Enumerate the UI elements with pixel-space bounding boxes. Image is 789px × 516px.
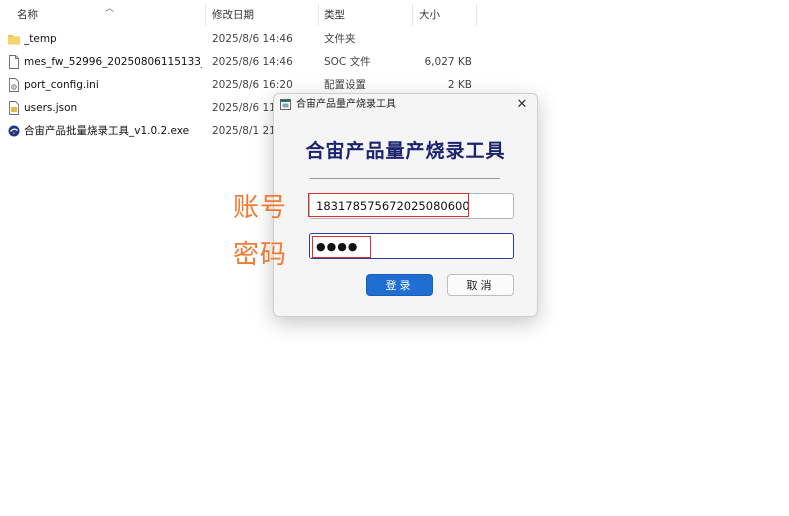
- column-divider[interactable]: [318, 4, 319, 26]
- config-file-icon: [9, 78, 19, 92]
- password-input[interactable]: [309, 233, 514, 259]
- account-annotation-label: 账号: [233, 193, 288, 223]
- dialog-window-title: 合宙产品量产烧录工具: [296, 99, 396, 110]
- file-explorer: ︿ 名称 修改日期 类型 大小 _temp 2025/8/6 14:46 文件夹…: [0, 0, 789, 516]
- file-type: SOC 文件: [324, 56, 371, 68]
- column-divider[interactable]: [476, 4, 477, 26]
- column-date[interactable]: 修改日期: [212, 8, 254, 22]
- file-name: 合宙产品批量烧录工具_v1.0.2.exe: [24, 125, 190, 137]
- heading-divider: [310, 178, 500, 179]
- sort-ascending-icon: ︿: [105, 4, 115, 14]
- column-divider[interactable]: [412, 4, 413, 26]
- login-dialog: 合宙产品量产烧录工具 ✕ 合宙产品量产烧录工具 登录 取消: [273, 93, 538, 317]
- file-name: mes_fw_52996_20250806115133_hel...: [24, 56, 202, 68]
- account-input[interactable]: [309, 193, 514, 219]
- column-size[interactable]: 大小: [419, 8, 440, 22]
- column-type[interactable]: 类型: [324, 8, 345, 22]
- file-icon: [9, 55, 19, 69]
- column-name[interactable]: 名称: [17, 8, 38, 22]
- file-size: 6,027 KB: [424, 56, 473, 68]
- file-date: 2025/8/6 16:20: [212, 79, 293, 91]
- folder-icon: [8, 35, 20, 45]
- file-type: 配置设置: [324, 79, 366, 91]
- file-size: [410, 32, 472, 46]
- dialog-titlebar[interactable]: 合宙产品量产烧录工具 ✕: [274, 94, 537, 116]
- file-date: 2025/8/6 14:46: [212, 33, 293, 45]
- file-row[interactable]: _temp 2025/8/6 14:46 文件夹: [0, 28, 789, 50]
- file-date: 2025/8/6 11:5: [212, 102, 274, 114]
- file-name: users.json: [24, 102, 78, 114]
- app-exe-icon: [8, 125, 20, 137]
- cancel-button[interactable]: 取消: [447, 274, 514, 296]
- file-row[interactable]: mes_fw_52996_20250806115133_hel... 2025/…: [0, 51, 789, 73]
- close-icon[interactable]: ✕: [513, 96, 531, 114]
- file-date: 2025/8/6 14:46: [212, 56, 293, 68]
- column-divider[interactable]: [205, 4, 206, 26]
- password-annotation-label: 密码: [233, 240, 288, 270]
- file-date: 2025/8/1 21:1: [212, 125, 274, 137]
- dialog-heading: 合宙产品量产烧录工具: [305, 140, 506, 162]
- login-button[interactable]: 登录: [366, 274, 433, 296]
- json-file-icon: [9, 101, 19, 115]
- file-name: _temp: [24, 33, 57, 45]
- file-size: 2 KB: [447, 79, 472, 91]
- app-window-icon: [280, 99, 291, 110]
- file-type: 文件夹: [324, 33, 356, 45]
- file-name: port_config.ini: [24, 79, 99, 91]
- column-header: ︿ 名称 修改日期 类型 大小: [0, 0, 789, 28]
